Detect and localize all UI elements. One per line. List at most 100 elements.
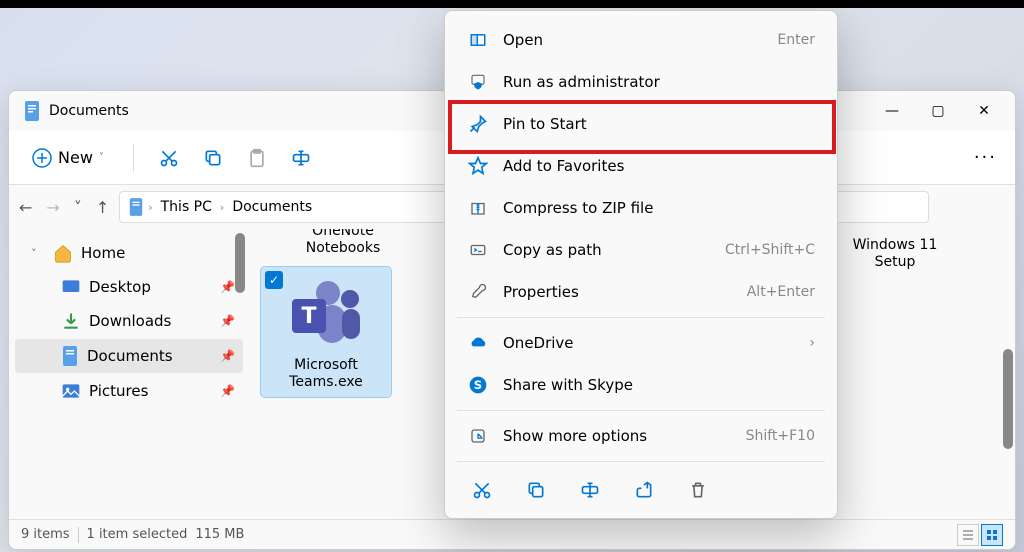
sidebar-item-label: Pictures [89,382,148,400]
ctx-label: Share with Skype [503,376,815,394]
ctx-shortcut: Enter [777,32,815,48]
breadcrumb-this-pc[interactable]: This PC [157,197,216,217]
ctx-shortcut: Ctrl+Shift+C [725,242,815,258]
ctx-label: Pin to Start [503,115,815,133]
ctx-properties[interactable]: Properties Alt+Enter [453,271,829,313]
more-button[interactable]: ··· [966,147,1005,168]
sidebar-item-downloads[interactable]: Downloads 📌 [15,305,243,337]
copy-button[interactable] [194,139,232,177]
ctx-copy-path[interactable]: Copy as path Ctrl+Shift+C [453,229,829,271]
status-item-count: 9 items [21,527,70,542]
ctx-share-skype[interactable]: S Share with Skype [453,364,829,406]
downloads-icon [61,311,81,331]
pin-icon [467,113,489,135]
view-details-button[interactable] [957,524,979,546]
ctx-label: Copy as path [503,241,711,259]
sidebar-scrollbar[interactable] [235,233,245,293]
sidebar-item-label: Downloads [89,312,171,330]
new-button-label: New [58,148,93,167]
ctx-label: Properties [503,283,733,301]
ctx-copy-button[interactable] [511,472,561,508]
ctx-pin-to-start[interactable]: Pin to Start [453,103,829,145]
forward-button[interactable]: → [46,198,59,217]
chevron-down-icon: ˅ [31,247,45,260]
sidebar-item-desktop[interactable]: Desktop 📌 [15,271,243,303]
ctx-rename-button[interactable] [565,472,615,508]
minimize-button[interactable]: — [869,91,915,131]
maximize-button[interactable]: ▢ [915,91,961,131]
svg-text:S: S [474,378,482,392]
paste-button[interactable] [238,139,276,177]
chevron-right-icon: › [809,335,815,351]
breadcrumb-sep-icon: › [148,201,152,214]
path-icon [467,239,489,261]
file-item-teams[interactable]: ✓ T Microsoft Teams.exe [261,267,391,397]
more-options-icon [467,425,489,447]
ctx-onedrive[interactable]: OneDrive › [453,322,829,364]
pin-icon: 📌 [220,314,235,328]
ctx-shortcut: Shift+F10 [746,428,815,444]
ctx-label: Run as administrator [503,73,815,91]
ctx-label: Open [503,31,763,49]
chevron-down-icon: ˅ [99,152,104,163]
sidebar-item-documents[interactable]: Documents 📌 [15,339,243,373]
file-label: Microsoft Teams.exe [267,357,385,391]
open-icon [467,29,489,51]
file-checkbox[interactable]: ✓ [265,271,283,289]
file-item-win11-setup[interactable]: Windows 11 Setup [835,231,955,277]
rename-button[interactable] [282,139,320,177]
ctx-delete-button[interactable] [673,472,723,508]
sidebar-item-label: Home [81,244,125,262]
file-label: Windows 11 Setup [841,237,949,271]
documents-titlebar-icon [23,100,41,122]
ctx-label: Compress to ZIP file [503,199,815,217]
ctx-cut-button[interactable] [457,472,507,508]
sidebar-item-pictures[interactable]: Pictures 📌 [15,375,243,407]
status-size: 115 MB [195,527,244,542]
new-button[interactable]: New ˅ [19,141,117,175]
statusbar: 9 items 1 item selected 115 MB [9,519,1015,549]
recent-locations-button[interactable]: ˅ [74,198,82,217]
ctx-run-admin[interactable]: Run as administrator [453,61,829,103]
shield-icon [467,71,489,93]
sidebar: ˅ Home Desktop 📌 Downloads 📌 Documents 📌 [9,229,249,519]
documents-breadcrumb-icon [128,197,144,217]
documents-icon [61,345,79,367]
ctx-shortcut: Alt+Enter [747,284,815,300]
breadcrumb-sep-icon: › [220,201,224,214]
svg-text:T: T [301,304,316,329]
ctx-open[interactable]: Open Enter [453,19,829,61]
ctx-show-more[interactable]: Show more options Shift+F10 [453,415,829,457]
desktop-icon [61,277,81,297]
files-scrollbar[interactable] [1003,349,1013,449]
pin-icon: 📌 [220,280,235,294]
file-item-onenote[interactable]: OneNote Notebooks [273,229,413,257]
home-icon [53,243,73,263]
view-icons-button[interactable] [981,524,1003,546]
context-menu: Open Enter Run as administrator Pin to S… [444,10,838,519]
status-selected: 1 item selected [87,527,188,542]
sidebar-item-label: Desktop [89,278,151,296]
file-label: OneNote Notebooks [273,229,413,257]
teams-icon: T [286,273,366,353]
ctx-compress-zip[interactable]: Compress to ZIP file [453,187,829,229]
ctx-share-button[interactable] [619,472,669,508]
ctx-add-favorites[interactable]: Add to Favorites [453,145,829,187]
up-button[interactable]: ↑ [96,198,109,217]
pictures-icon [61,381,81,401]
cut-button[interactable] [150,139,188,177]
onedrive-icon [467,332,489,354]
star-icon [467,155,489,177]
pin-icon: 📌 [220,384,235,398]
skype-icon: S [467,374,489,396]
ctx-label: Show more options [503,427,732,445]
close-button[interactable]: ✕ [961,91,1007,131]
wrench-icon [467,281,489,303]
pin-icon: 📌 [220,349,235,363]
breadcrumb-documents[interactable]: Documents [228,197,316,217]
sidebar-item-label: Documents [87,347,173,365]
zip-icon [467,197,489,219]
sidebar-item-home[interactable]: ˅ Home [15,237,243,269]
back-button[interactable]: ← [19,198,32,217]
ctx-label: OneDrive [503,334,795,352]
